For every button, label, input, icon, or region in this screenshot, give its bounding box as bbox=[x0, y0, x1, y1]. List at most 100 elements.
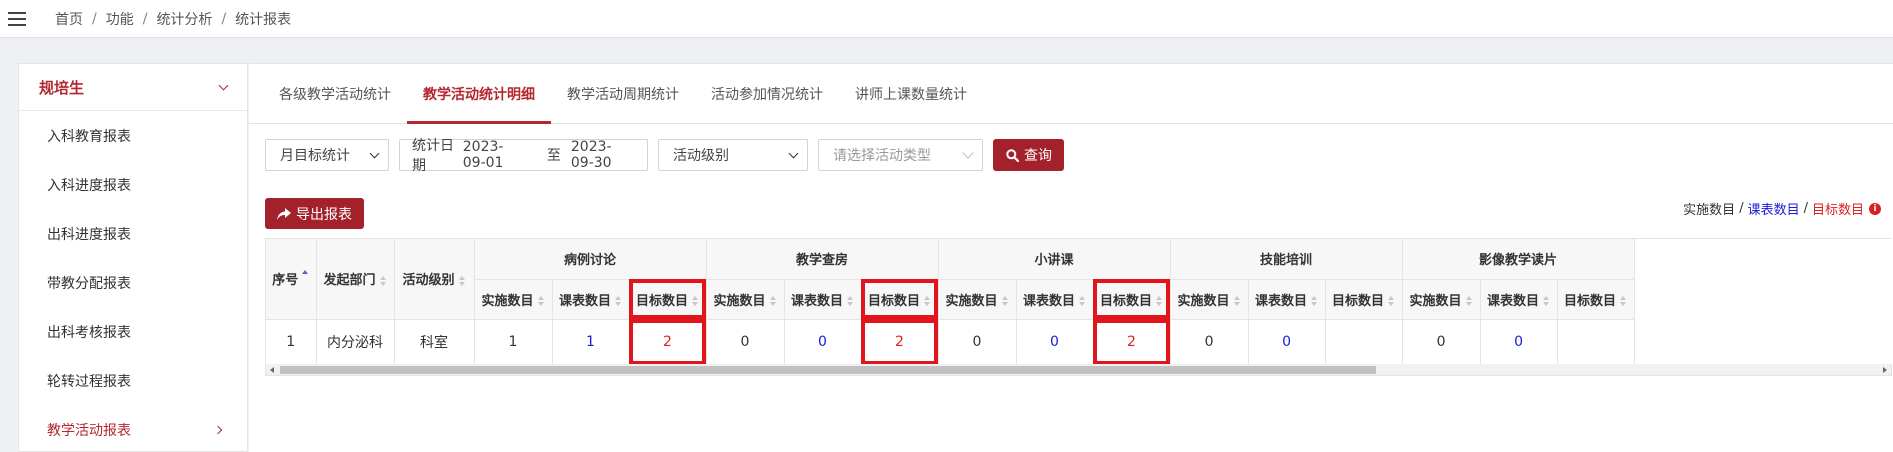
cell-course[interactable]: 0 bbox=[1016, 319, 1094, 364]
sub-column-header-label: 课表数目 bbox=[558, 293, 611, 309]
sub-column-header[interactable]: 课表数目 bbox=[552, 279, 630, 320]
sidebar-item[interactable]: 入科教育报表 bbox=[19, 111, 247, 160]
cell-target[interactable] bbox=[1557, 319, 1635, 364]
cell-course[interactable]: 0 bbox=[784, 319, 862, 364]
sort-icon[interactable] bbox=[1079, 296, 1086, 306]
sort-icon[interactable] bbox=[1233, 296, 1241, 306]
sort-icon[interactable] bbox=[769, 296, 777, 306]
column-header[interactable]: 活动级别 bbox=[394, 239, 475, 320]
cell-target[interactable]: 2 bbox=[1093, 319, 1171, 364]
sort-icon[interactable] bbox=[379, 275, 387, 286]
sort-icon[interactable] bbox=[1543, 296, 1550, 306]
sub-column-header[interactable]: 课表数目 bbox=[1480, 279, 1558, 320]
cell-department: 内分泌科 bbox=[316, 319, 395, 364]
breadcrumb-function[interactable]: 功能 bbox=[106, 9, 134, 29]
date-range-input[interactable]: 统计日期 2023-09-01 至 2023-09-30 bbox=[399, 138, 648, 174]
sidebar-item[interactable]: 出科考核报表 bbox=[19, 307, 247, 356]
cell-implemented: 0 bbox=[1170, 319, 1249, 364]
sub-column-header[interactable]: 课表数目 bbox=[1016, 279, 1094, 320]
sidebar-item[interactable]: 入科进度报表 bbox=[19, 160, 247, 209]
query-button[interactable]: 查询 bbox=[993, 139, 1064, 171]
info-icon[interactable]: i bbox=[1869, 202, 1881, 215]
scroll-right-icon[interactable] bbox=[1883, 367, 1887, 373]
sub-column-header[interactable]: 目标数目 bbox=[1557, 279, 1635, 320]
sub-column-header[interactable]: 目标数目 bbox=[861, 279, 939, 320]
sort-icon[interactable] bbox=[924, 296, 931, 306]
sidebar-group-header[interactable]: 规培生 bbox=[19, 64, 247, 111]
menu-toggle-icon[interactable] bbox=[8, 11, 26, 26]
breadcrumb-stat-analysis[interactable]: 统计分析 bbox=[156, 9, 212, 29]
sort-icon[interactable] bbox=[1620, 296, 1627, 306]
sub-column-header[interactable]: 目标数目 bbox=[629, 279, 707, 320]
breadcrumb-separator: / bbox=[221, 10, 227, 27]
sub-column-header[interactable]: 目标数目 bbox=[1093, 279, 1171, 320]
sort-icon[interactable] bbox=[692, 296, 699, 306]
sort-icon[interactable] bbox=[458, 275, 466, 286]
sidebar-item-label: 带教分配报表 bbox=[47, 275, 131, 292]
sidebar-item[interactable]: 出科进度报表 bbox=[19, 209, 247, 258]
sub-column-header[interactable]: 实施数目 bbox=[938, 279, 1017, 320]
cell-target[interactable] bbox=[1325, 319, 1403, 364]
legend-separator: / bbox=[1803, 201, 1808, 216]
sort-icon[interactable] bbox=[847, 296, 854, 306]
sidebar-group-title: 规培生 bbox=[39, 78, 85, 97]
sort-ascending-icon[interactable] bbox=[302, 269, 309, 280]
sort-icon[interactable] bbox=[537, 296, 545, 306]
breadcrumb-home[interactable]: 首页 bbox=[55, 9, 83, 29]
sort-icon[interactable] bbox=[615, 296, 622, 306]
sub-column-header[interactable]: 目标数目 bbox=[1325, 279, 1403, 320]
sidebar-item[interactable]: 带教分配报表 bbox=[19, 258, 247, 307]
sort-icon[interactable] bbox=[1311, 296, 1318, 306]
sub-column-header[interactable]: 课表数目 bbox=[1248, 279, 1326, 320]
table-row: 1 内分泌科 科室 1 1 2 0 0 2 0 0 2 0 0 0 0 bbox=[266, 319, 1635, 364]
group-header: 病例讨论 bbox=[474, 239, 707, 280]
sort-icon[interactable] bbox=[1465, 296, 1473, 306]
period-select-value: 月目标统计 bbox=[280, 148, 350, 164]
activity-type-placeholder: 请选择活动类型 bbox=[833, 148, 931, 164]
sub-column-header[interactable]: 实施数目 bbox=[474, 279, 553, 320]
tab[interactable]: 活动参加情况统计 bbox=[695, 64, 839, 123]
date-end[interactable]: 2023-09-30 bbox=[571, 139, 633, 171]
sub-column-header[interactable]: 实施数目 bbox=[1402, 279, 1481, 320]
cell-course[interactable]: 1 bbox=[552, 319, 630, 364]
activity-level-select[interactable]: 活动级别 bbox=[658, 139, 808, 171]
date-start[interactable]: 2023-09-01 bbox=[463, 139, 525, 171]
chevron-right-icon bbox=[213, 425, 223, 434]
activity-type-select[interactable]: 请选择活动类型 bbox=[818, 139, 983, 171]
tab[interactable]: 讲师上课数量统计 bbox=[839, 64, 983, 123]
period-select[interactable]: 月目标统计 bbox=[265, 139, 389, 171]
date-to-label: 至 bbox=[546, 148, 561, 164]
sidebar-item[interactable]: 教学活动报表 bbox=[19, 405, 247, 452]
column-header[interactable]: 发起部门 bbox=[316, 239, 395, 320]
sort-icon[interactable] bbox=[1156, 296, 1163, 306]
column-header[interactable]: 序号 bbox=[266, 239, 317, 320]
tab[interactable]: 教学活动周期统计 bbox=[551, 64, 695, 123]
date-range-label: 统计日期 bbox=[412, 138, 454, 174]
cell-course[interactable]: 0 bbox=[1248, 319, 1326, 364]
sub-column-header[interactable]: 课表数目 bbox=[784, 279, 862, 320]
scroll-left-icon[interactable] bbox=[270, 367, 274, 373]
cell-course[interactable]: 0 bbox=[1480, 319, 1558, 364]
export-report-label: 导出报表 bbox=[296, 206, 352, 223]
sub-column-header-label: 目标数目 bbox=[1332, 293, 1385, 309]
sub-column-header-label: 课表数目 bbox=[1255, 293, 1308, 309]
tab[interactable]: 教学活动统计明细 bbox=[407, 64, 551, 124]
sub-column-header[interactable]: 实施数目 bbox=[1170, 279, 1249, 320]
sort-icon[interactable] bbox=[1388, 296, 1395, 306]
chevron-down-icon bbox=[788, 148, 799, 158]
horizontal-scrollbar[interactable] bbox=[265, 364, 1892, 376]
export-report-button[interactable]: 导出报表 bbox=[265, 198, 364, 229]
cell-target[interactable]: 2 bbox=[629, 319, 707, 364]
sub-column-header-label: 课表数目 bbox=[790, 293, 843, 309]
legend-target: 目标数目 bbox=[1811, 203, 1864, 218]
breadcrumb-separator: / bbox=[142, 10, 148, 27]
top-bar: 首页 / 功能 / 统计分析 / 统计报表 bbox=[0, 0, 1893, 38]
scrollbar-thumb[interactable] bbox=[280, 366, 1376, 374]
sort-icon[interactable] bbox=[1001, 296, 1009, 306]
sub-column-header-label: 实施数目 bbox=[1177, 293, 1230, 309]
column-header-label: 序号 bbox=[272, 273, 299, 289]
cell-target[interactable]: 2 bbox=[861, 319, 939, 364]
sidebar-item[interactable]: 轮转过程报表 bbox=[19, 356, 247, 405]
tab[interactable]: 各级教学活动统计 bbox=[263, 64, 407, 123]
sub-column-header[interactable]: 实施数目 bbox=[706, 279, 785, 320]
